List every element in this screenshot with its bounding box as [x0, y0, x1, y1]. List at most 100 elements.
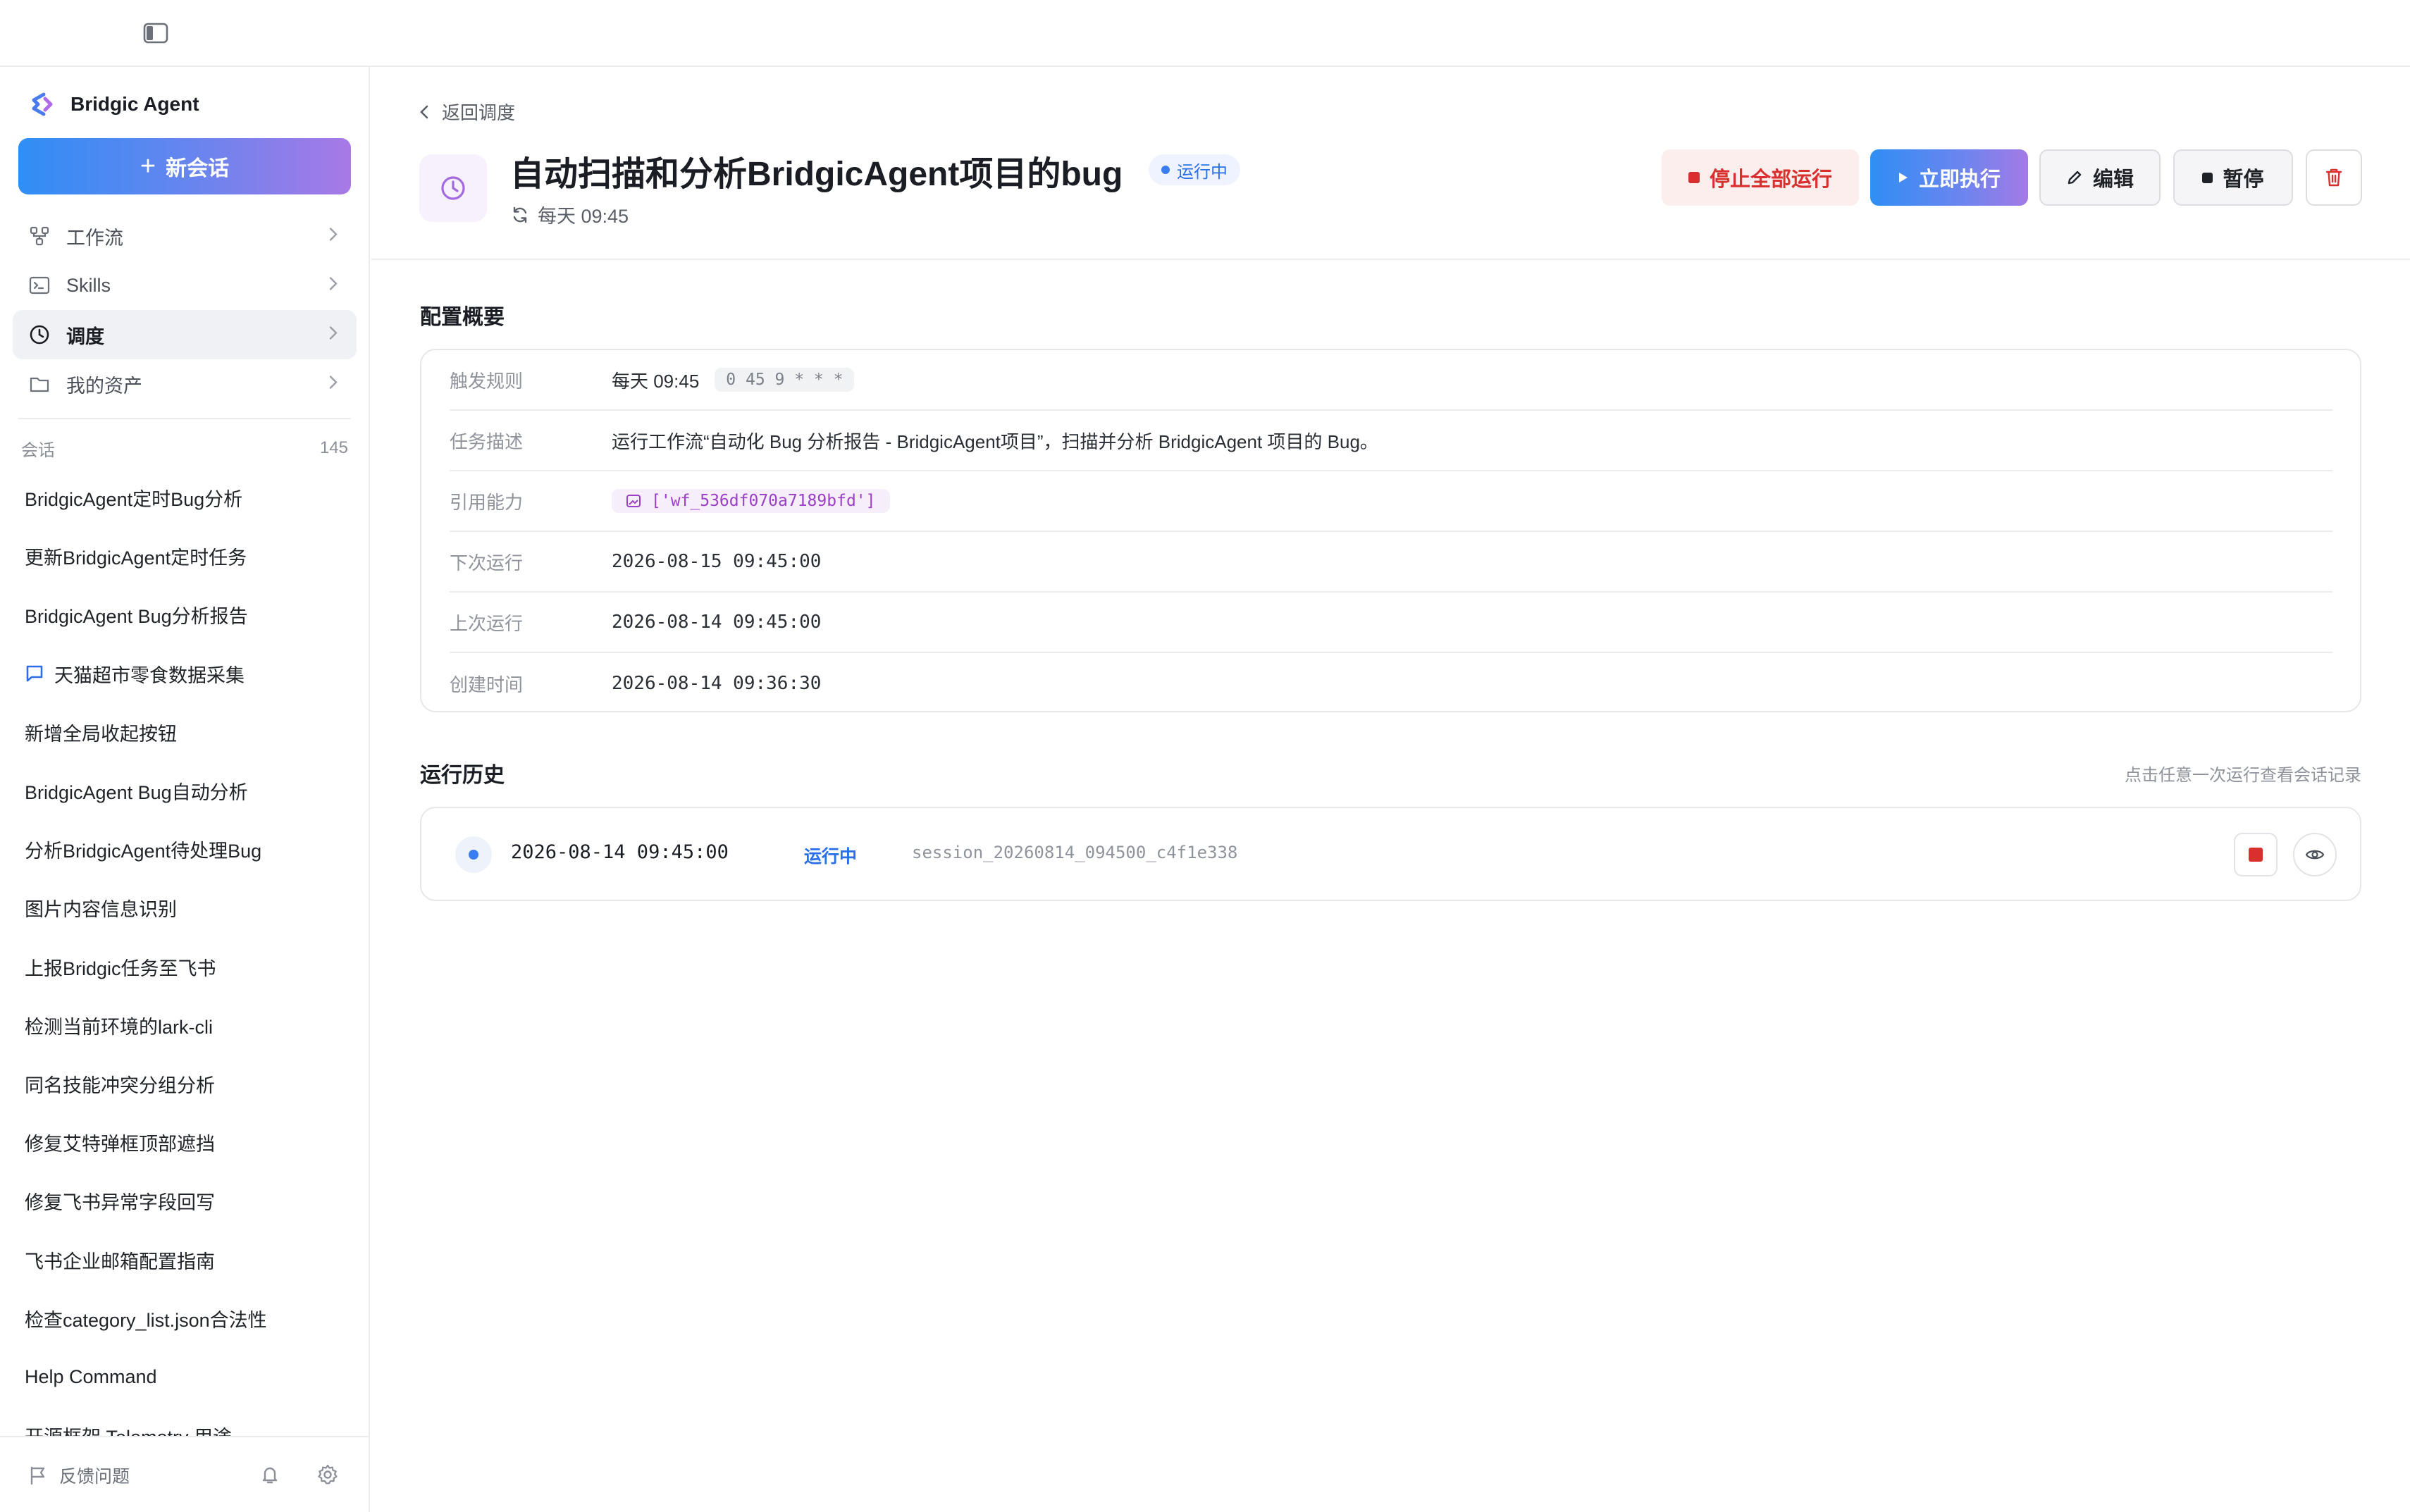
table-row[interactable]: 2026-08-14 09:45:00 运行中 session_20260814…: [420, 807, 2361, 901]
workflow-icon: [28, 225, 51, 247]
status-dot: [469, 850, 478, 860]
status-dot: [1161, 166, 1170, 174]
config-value: 2026-08-15 09:45:00: [612, 551, 822, 572]
list-item[interactable]: Help Command: [14, 1348, 357, 1406]
sidebar-nav: 工作流 Skills 调度 我的资产: [13, 211, 357, 409]
session-title: 同名技能冲突分组分析: [25, 1074, 215, 1096]
stop-icon: [1688, 172, 1700, 183]
sidebar-item-schedule[interactable]: 调度: [13, 310, 357, 359]
notification-button[interactable]: [257, 1461, 283, 1488]
config-card: 触发规则 每天 09:45 0 45 9 * * * 任务描述 运行工作流“自动…: [420, 349, 2361, 712]
chevron-left-icon: [420, 105, 428, 118]
chevron-right-icon: [328, 225, 338, 247]
list-item[interactable]: 飞书企业邮箱配置指南: [14, 1230, 357, 1289]
folder-icon: [28, 373, 51, 395]
stop-icon: [2249, 848, 2263, 862]
brand[interactable]: Bridgic Agent: [28, 90, 199, 118]
list-item[interactable]: 修复艾特弹框顶部遮挡: [14, 1113, 357, 1172]
list-item[interactable]: 同名技能冲突分组分析: [14, 1055, 357, 1113]
schedule-summary: 每天 09:45: [511, 201, 629, 228]
config-row-trigger: 触发规则 每天 09:45 0 45 9 * * *: [450, 350, 2332, 411]
session-title: 飞书企业邮箱配置指南: [25, 1251, 215, 1272]
list-item[interactable]: 天猫超市零食数据采集: [14, 645, 357, 703]
config-value: 2026-08-14 09:36:30: [612, 673, 822, 694]
list-item[interactable]: 分析BridgicAgent待处理Bug: [14, 820, 357, 879]
header-divider: [371, 259, 2410, 260]
pause-icon: [2202, 172, 2213, 183]
back-link[interactable]: 返回调度: [419, 99, 515, 125]
bridgic-logo-icon: [32, 92, 53, 116]
clock-icon: [441, 176, 465, 200]
list-item[interactable]: 修复飞书异常字段回写: [14, 1172, 357, 1230]
session-title: 天猫超市零食数据采集: [54, 664, 245, 686]
list-item[interactable]: 图片内容信息识别: [14, 879, 357, 937]
session-title: 更新BridgicAgent定时任务: [25, 547, 247, 569]
run-time: 2026-08-14 09:45:00: [511, 841, 729, 863]
delete-button[interactable]: [2306, 149, 2362, 206]
config-row-next-run: 下次运行 2026-08-15 09:45:00: [450, 532, 2332, 593]
session-title: 上报Bridgic任务至飞书: [25, 958, 216, 979]
gear-icon: [318, 1464, 338, 1485]
config-section-title: 配置概要: [420, 306, 505, 329]
sidebar-item-label: 工作流: [66, 227, 123, 249]
sidebar-item-skills[interactable]: Skills: [13, 261, 357, 310]
status-badge: 运行中: [1149, 154, 1240, 185]
edit-button[interactable]: 编辑: [2039, 149, 2161, 206]
session-title: BridgicAgent Bug自动分析: [25, 782, 248, 804]
sidebar-item-label: 我的资产: [66, 375, 142, 397]
sidebar: Bridgic Agent + 新会话 工作流 Skills 调度 我的资产 会…: [0, 67, 370, 1512]
list-item[interactable]: 检测当前环境的lark-cli: [14, 996, 357, 1055]
settings-button[interactable]: [314, 1461, 341, 1488]
task-icon-tile: [419, 154, 487, 222]
ability-chip[interactable]: ['wf_536df070a7189bfd']: [612, 489, 890, 513]
back-link-label: 返回调度: [442, 102, 516, 123]
trash-icon: [2325, 168, 2342, 187]
sidebar-item-workflow[interactable]: 工作流: [13, 211, 357, 261]
sidebar-item-assets[interactable]: 我的资产: [13, 359, 357, 409]
stop-run-button[interactable]: [2234, 833, 2278, 876]
session-title: Help Command: [25, 1365, 157, 1387]
session-title: BridgicAgent定时Bug分析: [25, 489, 243, 511]
ability-value: ['wf_536df070a7189bfd']: [651, 492, 876, 510]
list-item[interactable]: 检查category_list.json合法性: [14, 1289, 357, 1348]
view-session-button[interactable]: [2293, 833, 2337, 876]
play-icon: [1898, 173, 1908, 182]
config-row-last-run: 上次运行 2026-08-14 09:45:00: [450, 593, 2332, 653]
repeat-icon: [513, 206, 527, 223]
config-label: 创建时间: [450, 674, 524, 695]
session-list: BridgicAgent定时Bug分析 更新BridgicAgent定时任务 B…: [14, 469, 357, 1465]
session-title: 新增全局收起按钮: [25, 723, 177, 745]
cron-expression: 0 45 9 * * *: [715, 368, 855, 392]
top-bar: [0, 0, 2410, 67]
history-section-title: 运行历史: [420, 764, 505, 787]
run-now-button[interactable]: 立即执行: [1870, 149, 2028, 206]
brand-name: Bridgic Agent: [70, 93, 199, 115]
trigger-value: 每天 09:45: [612, 370, 700, 392]
sidebar-footer: 反馈问题: [0, 1436, 369, 1512]
list-item[interactable]: 新增全局收起按钮: [14, 703, 357, 762]
config-label: 触发规则: [450, 370, 524, 392]
list-item[interactable]: 更新BridgicAgent定时任务: [14, 527, 357, 585]
chevron-right-icon: [328, 275, 338, 297]
config-value: 运行工作流“自动化 Bug 分析报告 - BridgicAgent项目”，扫描并…: [612, 430, 1378, 452]
new-chat-button[interactable]: + 新会话: [18, 138, 351, 194]
status-label: 运行中: [1177, 162, 1228, 182]
sessions-label: 会话: [21, 440, 55, 460]
session-title: 分析BridgicAgent待处理Bug: [25, 841, 262, 862]
terminal-icon: [28, 274, 51, 297]
pause-button[interactable]: 暂停: [2173, 149, 2293, 206]
list-item[interactable]: 上报Bridgic任务至飞书: [14, 938, 357, 996]
sessions-header: 会话 145: [21, 435, 348, 461]
config-value: 每天 09:45 0 45 9 * * *: [612, 367, 855, 393]
feedback-button[interactable]: 反馈问题: [28, 1463, 130, 1488]
list-item[interactable]: BridgicAgent Bug分析报告: [14, 585, 357, 644]
config-label: 任务描述: [450, 430, 524, 452]
list-item[interactable]: BridgicAgent Bug自动分析: [14, 762, 357, 820]
session-title: 检查category_list.json合法性: [25, 1309, 267, 1331]
sidebar-toggle-button[interactable]: [141, 21, 171, 45]
list-item[interactable]: BridgicAgent定时Bug分析: [14, 469, 357, 527]
session-title: 图片内容信息识别: [25, 899, 177, 921]
chat-bubble-icon: [26, 665, 43, 682]
stop-all-button[interactable]: 停止全部运行: [1662, 149, 1859, 206]
run-now-label: 立即执行: [1918, 168, 2001, 191]
